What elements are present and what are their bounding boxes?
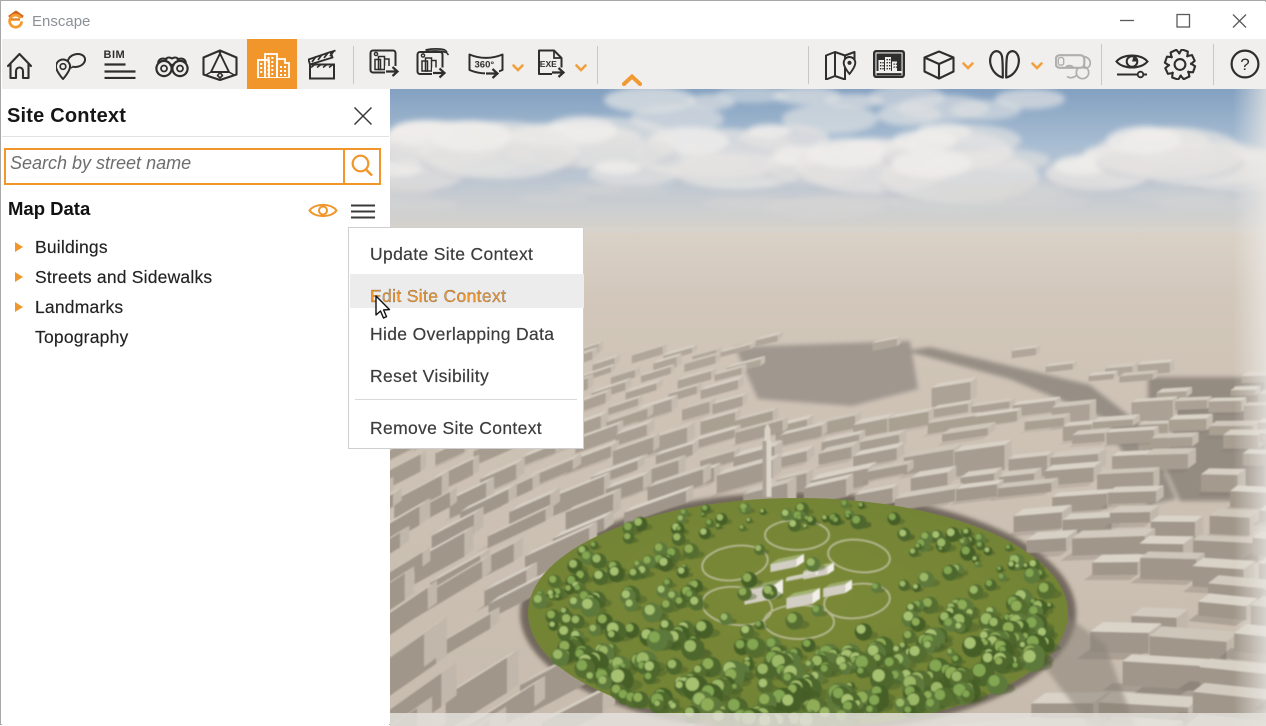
svg-text:BIM: BIM [104, 49, 126, 61]
svg-text:?: ? [1240, 55, 1249, 74]
